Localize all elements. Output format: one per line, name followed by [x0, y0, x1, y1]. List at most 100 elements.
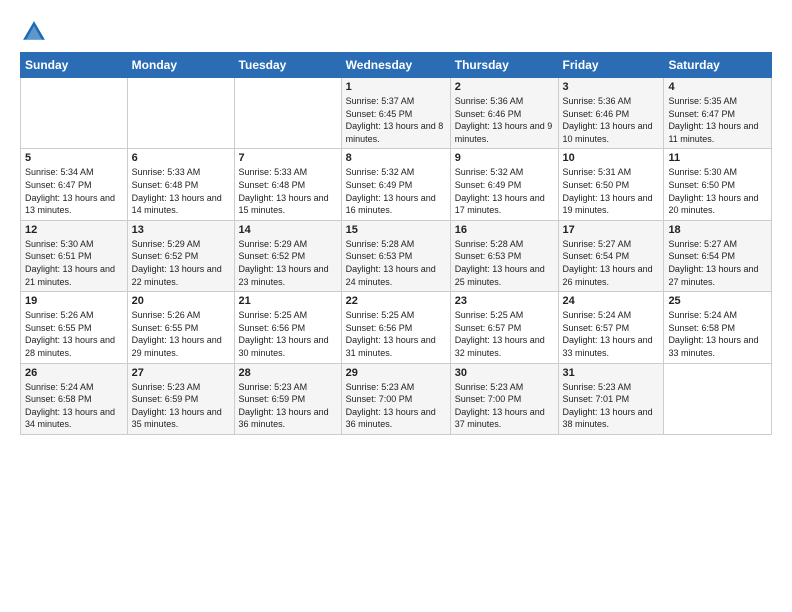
day-cell: 11 Sunrise: 5:30 AM Sunset: 6:50 PM Dayli… — [664, 149, 772, 220]
page: SundayMondayTuesdayWednesdayThursdayFrid… — [0, 0, 792, 612]
week-row-3: 12 Sunrise: 5:30 AM Sunset: 6:51 PM Dayli… — [21, 220, 772, 291]
day-info: Sunrise: 5:30 AM Sunset: 6:50 PM Dayligh… — [668, 166, 767, 216]
day-info: Sunrise: 5:25 AM Sunset: 6:57 PM Dayligh… — [455, 309, 554, 359]
day-cell: 5 Sunrise: 5:34 AM Sunset: 6:47 PM Daylig… — [21, 149, 128, 220]
day-number: 17 — [563, 224, 660, 236]
day-number: 31 — [563, 367, 660, 379]
day-number: 26 — [25, 367, 123, 379]
day-number: 27 — [132, 367, 230, 379]
logo — [20, 18, 52, 46]
day-number: 20 — [132, 295, 230, 307]
day-info: Sunrise: 5:25 AM Sunset: 6:56 PM Dayligh… — [239, 309, 337, 359]
day-number: 15 — [346, 224, 446, 236]
day-number: 6 — [132, 152, 230, 164]
day-info: Sunrise: 5:32 AM Sunset: 6:49 PM Dayligh… — [455, 166, 554, 216]
day-cell: 15 Sunrise: 5:28 AM Sunset: 6:53 PM Dayli… — [341, 220, 450, 291]
day-number: 22 — [346, 295, 446, 307]
day-cell: 18 Sunrise: 5:27 AM Sunset: 6:54 PM Dayli… — [664, 220, 772, 291]
day-cell: 31 Sunrise: 5:23 AM Sunset: 7:01 PM Dayli… — [558, 363, 664, 434]
day-number: 30 — [455, 367, 554, 379]
week-row-4: 19 Sunrise: 5:26 AM Sunset: 6:55 PM Dayli… — [21, 292, 772, 363]
day-cell: 14 Sunrise: 5:29 AM Sunset: 6:52 PM Dayli… — [234, 220, 341, 291]
day-info: Sunrise: 5:24 AM Sunset: 6:58 PM Dayligh… — [668, 309, 767, 359]
day-info: Sunrise: 5:27 AM Sunset: 6:54 PM Dayligh… — [668, 238, 767, 288]
day-cell: 20 Sunrise: 5:26 AM Sunset: 6:55 PM Dayli… — [127, 292, 234, 363]
weekday-header-monday: Monday — [127, 53, 234, 78]
day-cell: 24 Sunrise: 5:24 AM Sunset: 6:57 PM Dayli… — [558, 292, 664, 363]
day-cell: 9 Sunrise: 5:32 AM Sunset: 6:49 PM Daylig… — [450, 149, 558, 220]
day-cell — [21, 78, 128, 149]
day-number: 29 — [346, 367, 446, 379]
day-number: 28 — [239, 367, 337, 379]
day-cell: 23Sunrise: 5:25 AM Sunset: 6:57 PM Dayli… — [450, 292, 558, 363]
day-cell: 21 Sunrise: 5:25 AM Sunset: 6:56 PM Dayli… — [234, 292, 341, 363]
day-cell: 13Sunrise: 5:29 AM Sunset: 6:52 PM Dayli… — [127, 220, 234, 291]
header — [20, 18, 772, 46]
weekday-header-wednesday: Wednesday — [341, 53, 450, 78]
day-cell: 6 Sunrise: 5:33 AM Sunset: 6:48 PM Daylig… — [127, 149, 234, 220]
day-info: Sunrise: 5:28 AM Sunset: 6:53 PM Dayligh… — [455, 238, 554, 288]
day-number: 2 — [455, 81, 554, 93]
weekday-header-sunday: Sunday — [21, 53, 128, 78]
day-number: 16 — [455, 224, 554, 236]
week-row-1: 1 Sunrise: 5:37 AM Sunset: 6:45 PM Daylig… — [21, 78, 772, 149]
day-info: Sunrise: 5:23 AM Sunset: 7:00 PM Dayligh… — [455, 381, 554, 431]
day-info: Sunrise: 5:28 AM Sunset: 6:53 PM Dayligh… — [346, 238, 446, 288]
day-number: 1 — [346, 81, 446, 93]
calendar: SundayMondayTuesdayWednesdayThursdayFrid… — [20, 52, 772, 435]
day-number: 18 — [668, 224, 767, 236]
day-cell: 22 Sunrise: 5:25 AM Sunset: 6:56 PM Dayli… — [341, 292, 450, 363]
day-info: Sunrise: 5:26 AM Sunset: 6:55 PM Dayligh… — [25, 309, 123, 359]
day-cell: 8Sunrise: 5:32 AM Sunset: 6:49 PM Daylig… — [341, 149, 450, 220]
day-cell: 3 Sunrise: 5:36 AM Sunset: 6:46 PM Daylig… — [558, 78, 664, 149]
day-cell: 30 Sunrise: 5:23 AM Sunset: 7:00 PM Dayli… — [450, 363, 558, 434]
day-cell — [664, 363, 772, 434]
day-info: Sunrise: 5:30 AM Sunset: 6:51 PM Dayligh… — [25, 238, 123, 288]
day-info: Sunrise: 5:33 AM Sunset: 6:48 PM Dayligh… — [239, 166, 337, 216]
day-cell: 17Sunrise: 5:27 AM Sunset: 6:54 PM Dayli… — [558, 220, 664, 291]
day-cell: 27Sunrise: 5:23 AM Sunset: 6:59 PM Dayli… — [127, 363, 234, 434]
day-number: 14 — [239, 224, 337, 236]
day-info: Sunrise: 5:24 AM Sunset: 6:57 PM Dayligh… — [563, 309, 660, 359]
day-info: Sunrise: 5:29 AM Sunset: 6:52 PM Dayligh… — [132, 238, 230, 288]
day-info: Sunrise: 5:29 AM Sunset: 6:52 PM Dayligh… — [239, 238, 337, 288]
day-info: Sunrise: 5:23 AM Sunset: 7:01 PM Dayligh… — [563, 381, 660, 431]
day-number: 19 — [25, 295, 123, 307]
weekday-header-thursday: Thursday — [450, 53, 558, 78]
day-number: 12 — [25, 224, 123, 236]
weekday-header-row: SundayMondayTuesdayWednesdayThursdayFrid… — [21, 53, 772, 78]
day-info: Sunrise: 5:36 AM Sunset: 6:46 PM Dayligh… — [563, 95, 660, 145]
day-info: Sunrise: 5:36 AM Sunset: 6:46 PM Dayligh… — [455, 95, 554, 145]
logo-icon — [20, 18, 48, 46]
day-cell: 1 Sunrise: 5:37 AM Sunset: 6:45 PM Daylig… — [341, 78, 450, 149]
weekday-header-saturday: Saturday — [664, 53, 772, 78]
day-info: Sunrise: 5:34 AM Sunset: 6:47 PM Dayligh… — [25, 166, 123, 216]
day-cell — [127, 78, 234, 149]
weekday-header-friday: Friday — [558, 53, 664, 78]
day-number: 7 — [239, 152, 337, 164]
day-info: Sunrise: 5:31 AM Sunset: 6:50 PM Dayligh… — [563, 166, 660, 216]
day-cell: 2 Sunrise: 5:36 AM Sunset: 6:46 PM Daylig… — [450, 78, 558, 149]
day-number: 5 — [25, 152, 123, 164]
day-cell: 29Sunrise: 5:23 AM Sunset: 7:00 PM Dayli… — [341, 363, 450, 434]
day-info: Sunrise: 5:24 AM Sunset: 6:58 PM Dayligh… — [25, 381, 123, 431]
day-cell: 26 Sunrise: 5:24 AM Sunset: 6:58 PM Dayli… — [21, 363, 128, 434]
day-number: 24 — [563, 295, 660, 307]
day-number: 3 — [563, 81, 660, 93]
day-number: 10 — [563, 152, 660, 164]
day-cell: 25Sunrise: 5:24 AM Sunset: 6:58 PM Dayli… — [664, 292, 772, 363]
week-row-5: 26 Sunrise: 5:24 AM Sunset: 6:58 PM Dayli… — [21, 363, 772, 434]
day-number: 11 — [668, 152, 767, 164]
day-info: Sunrise: 5:25 AM Sunset: 6:56 PM Dayligh… — [346, 309, 446, 359]
day-info: Sunrise: 5:26 AM Sunset: 6:55 PM Dayligh… — [132, 309, 230, 359]
day-cell: 4Sunrise: 5:35 AM Sunset: 6:47 PM Daylig… — [664, 78, 772, 149]
day-info: Sunrise: 5:33 AM Sunset: 6:48 PM Dayligh… — [132, 166, 230, 216]
day-info: Sunrise: 5:35 AM Sunset: 6:47 PM Dayligh… — [668, 95, 767, 145]
day-cell: 12 Sunrise: 5:30 AM Sunset: 6:51 PM Dayli… — [21, 220, 128, 291]
day-number: 9 — [455, 152, 554, 164]
day-info: Sunrise: 5:37 AM Sunset: 6:45 PM Dayligh… — [346, 95, 446, 145]
day-cell: 28Sunrise: 5:23 AM Sunset: 6:59 PM Dayli… — [234, 363, 341, 434]
day-info: Sunrise: 5:32 AM Sunset: 6:49 PM Dayligh… — [346, 166, 446, 216]
weekday-header-tuesday: Tuesday — [234, 53, 341, 78]
day-number: 21 — [239, 295, 337, 307]
